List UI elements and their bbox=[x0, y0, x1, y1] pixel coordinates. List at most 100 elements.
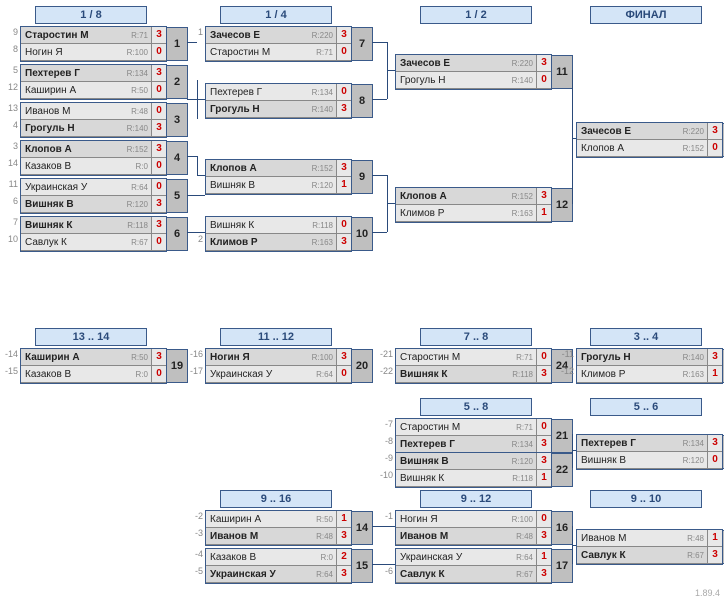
round-header-r2: 1 / 2 bbox=[420, 6, 532, 24]
player-rating: R:100 bbox=[120, 48, 151, 57]
match-2-row1: Пехтерев ГR:1343 bbox=[21, 65, 166, 82]
player-score: 1 bbox=[536, 549, 551, 565]
connector-line bbox=[572, 138, 576, 140]
match-2-row2: Каширин АR:500 bbox=[21, 82, 166, 99]
match-4: 3Клопов АR:152314Казаков ВR:004 bbox=[20, 140, 167, 176]
player-name: Каширин А bbox=[21, 352, 120, 363]
seed: -4 bbox=[188, 549, 203, 559]
round-header-p78: 7 .. 8 bbox=[420, 328, 532, 346]
match-23: Пехтерев ГR:1343Вишняк ВR:120023 bbox=[576, 434, 723, 470]
match-12-row1: Клопов АR:1523 bbox=[396, 188, 551, 205]
match-21: -7Старостин МR:710-8Пехтерев ГR:134321 bbox=[395, 418, 552, 454]
player-name: Ногин Я bbox=[206, 352, 305, 363]
player-score: 3 bbox=[536, 453, 551, 469]
player-rating: R:71 bbox=[305, 48, 336, 57]
player-name: Вишняк В bbox=[206, 180, 305, 191]
player-score: 0 bbox=[536, 349, 551, 365]
seed: -12 bbox=[559, 366, 574, 376]
round-header-p1112: 11 .. 12 bbox=[220, 328, 332, 346]
match-number: 1 bbox=[166, 27, 188, 61]
connector-line bbox=[572, 545, 576, 547]
player-score: 0 bbox=[336, 366, 351, 382]
round-header-fin: ФИНАЛ bbox=[590, 6, 702, 24]
match-number: 12 bbox=[551, 188, 573, 222]
player-name: Савлук К bbox=[21, 237, 120, 248]
match-7-row2: Старостин МR:710 bbox=[206, 44, 351, 61]
player-name: Грогуль Н bbox=[21, 123, 120, 134]
player-score: 0 bbox=[151, 82, 166, 98]
round-header-p912: 9 .. 12 bbox=[420, 490, 532, 508]
player-score: 1 bbox=[707, 366, 722, 382]
player-score: 0 bbox=[336, 84, 351, 100]
connector-line bbox=[197, 156, 199, 176]
player-name: Старостин М bbox=[396, 422, 505, 433]
match-23-row1: Пехтерев ГR:1343 bbox=[577, 435, 722, 452]
player-score: 3 bbox=[151, 141, 166, 157]
match-20-row2: Украинская УR:640 bbox=[206, 366, 351, 383]
player-rating: R:64 bbox=[505, 553, 536, 562]
seed: 7 bbox=[3, 217, 18, 227]
match-18: Иванов МR:481Савлук КR:67318 bbox=[576, 529, 723, 565]
match-number: 4 bbox=[166, 141, 188, 175]
player-score: 1 bbox=[536, 470, 551, 486]
seed: -21 bbox=[378, 349, 393, 359]
match-10-row1: Вишняк КR:1180 bbox=[206, 217, 351, 234]
match-number: 10 bbox=[351, 217, 373, 251]
match-number: 7 bbox=[351, 27, 373, 61]
match-7-row1: Зачесов ЕR:2203 bbox=[206, 27, 351, 44]
match-14: -2Каширин АR:501-3Иванов МR:48314 bbox=[205, 510, 352, 546]
round-header-r4: 1 / 4 bbox=[220, 6, 332, 24]
match-3: 13Иванов МR:4804Грогуль НR:14033 bbox=[20, 102, 167, 138]
player-name: Зачесов Е bbox=[577, 126, 676, 137]
seed: -6 bbox=[378, 566, 393, 576]
player-score: 0 bbox=[536, 511, 551, 527]
match-11: Зачесов ЕR:2203Грогуль НR:140011 bbox=[395, 54, 552, 90]
match-7: 1Зачесов ЕR:2203Старостин МR:7107 bbox=[205, 26, 352, 62]
player-rating: R:120 bbox=[120, 200, 151, 209]
player-name: Грогуль Н bbox=[396, 75, 505, 86]
player-name: Казаков В bbox=[21, 369, 120, 380]
player-rating: R:220 bbox=[305, 31, 336, 40]
match-number: 8 bbox=[351, 84, 373, 118]
seed: 9 bbox=[3, 27, 18, 37]
player-name: Пехтерев Г bbox=[206, 87, 305, 98]
player-name: Казаков В bbox=[21, 161, 120, 172]
player-rating: R:71 bbox=[505, 423, 536, 432]
seed: -16 bbox=[188, 349, 203, 359]
match-4-row1: Клопов АR:1523 bbox=[21, 141, 166, 158]
match-5: 11Украинская УR:6406Вишняк ВR:12035 bbox=[20, 178, 167, 214]
player-score: 1 bbox=[336, 511, 351, 527]
seed: 5 bbox=[3, 65, 18, 75]
match-number: 22 bbox=[551, 453, 573, 487]
match-6: 7Вишняк КR:118310Савлук КR:6706 bbox=[20, 216, 167, 252]
player-name: Казаков В bbox=[206, 552, 305, 563]
player-rating: R:64 bbox=[305, 370, 336, 379]
player-rating: R:118 bbox=[120, 221, 151, 230]
player-score: 3 bbox=[336, 160, 351, 176]
player-name: Клопов А bbox=[577, 143, 676, 154]
match-19: -14Каширин АR:503-15Казаков ВR:0019 bbox=[20, 348, 167, 384]
player-score: 2 bbox=[336, 549, 351, 565]
player-rating: R:120 bbox=[676, 456, 707, 465]
player-rating: R:100 bbox=[305, 353, 336, 362]
match-24-row2: Вишняк КR:1183 bbox=[396, 366, 551, 383]
player-name: Клопов А bbox=[21, 144, 120, 155]
match-18-row2: Савлук КR:673 bbox=[577, 547, 722, 564]
seed: 13 bbox=[3, 103, 18, 113]
match-number: 16 bbox=[551, 511, 573, 545]
seed: 3 bbox=[3, 141, 18, 151]
player-rating: R:67 bbox=[120, 238, 151, 247]
player-score: 0 bbox=[151, 366, 166, 382]
match-number: 2 bbox=[166, 65, 188, 99]
player-name: Вишняк В bbox=[577, 455, 676, 466]
player-rating: R:152 bbox=[305, 164, 336, 173]
seed: -17 bbox=[188, 366, 203, 376]
seed: -11 bbox=[559, 349, 574, 359]
player-score: 0 bbox=[707, 140, 722, 156]
player-score: 3 bbox=[151, 217, 166, 233]
match-10-row2: Климов РR:1633 bbox=[206, 234, 351, 251]
match-5-row1: Украинская УR:640 bbox=[21, 179, 166, 196]
player-rating: R:0 bbox=[305, 553, 336, 562]
player-name: Иванов М bbox=[206, 531, 305, 542]
match-19-row1: Каширин АR:503 bbox=[21, 349, 166, 366]
